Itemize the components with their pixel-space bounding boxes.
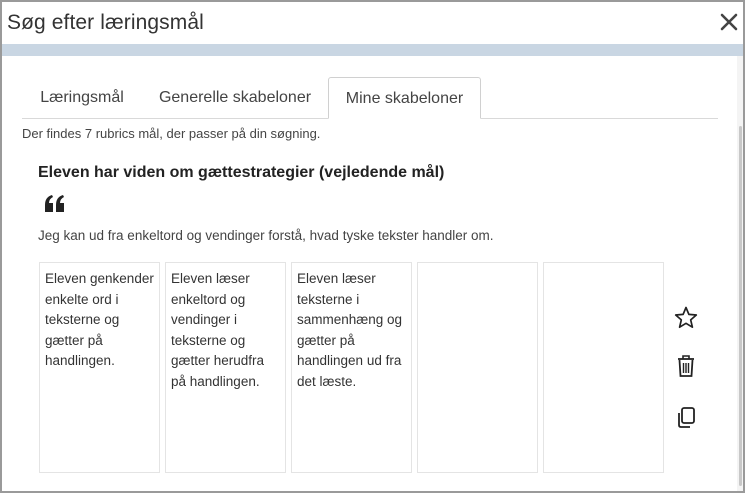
goal-title: Eleven har viden om gættestrategier (vej… bbox=[38, 164, 445, 181]
rubric-level-3[interactable]: Eleven læser teksterne i sammenhæng og g… bbox=[291, 262, 412, 473]
rubric-level-4[interactable] bbox=[417, 262, 538, 473]
close-icon[interactable] bbox=[718, 10, 740, 34]
title-divider bbox=[2, 44, 743, 56]
tab-mine-skabeloner[interactable]: Mine skabeloner bbox=[328, 77, 481, 119]
rubric-level-1[interactable]: Eleven genkender enkelte ord i teksterne… bbox=[39, 262, 160, 473]
rubric-level-2[interactable]: Eleven læser enkeltord og vendinger i te… bbox=[165, 262, 286, 473]
dialog-titlebar: Søg efter læringsmål bbox=[2, 2, 743, 44]
tab-laeringsmaal[interactable]: Læringsmål bbox=[22, 77, 142, 119]
result-count: Der findes 7 rubrics mål, der passer på … bbox=[22, 126, 321, 141]
quote-icon bbox=[44, 194, 66, 214]
dialog-title: Søg efter læringsmål bbox=[7, 11, 204, 34]
trash-icon[interactable] bbox=[672, 352, 700, 380]
tab-generelle-skabeloner[interactable]: Generelle skabeloner bbox=[146, 77, 324, 119]
goal-description: Jeg kan ud fra enkeltord og vendinger fo… bbox=[38, 228, 494, 243]
scrollbar-thumb[interactable] bbox=[739, 126, 742, 486]
search-goals-dialog: Søg efter læringsmål Læringsmål Generell… bbox=[0, 0, 745, 493]
star-icon[interactable] bbox=[672, 304, 700, 332]
tab-bar: Læringsmål Generelle skabeloner Mine ska… bbox=[22, 77, 718, 119]
scrollbar[interactable] bbox=[737, 56, 743, 491]
copy-icon[interactable] bbox=[672, 404, 700, 432]
rubric-level-5[interactable] bbox=[543, 262, 664, 473]
